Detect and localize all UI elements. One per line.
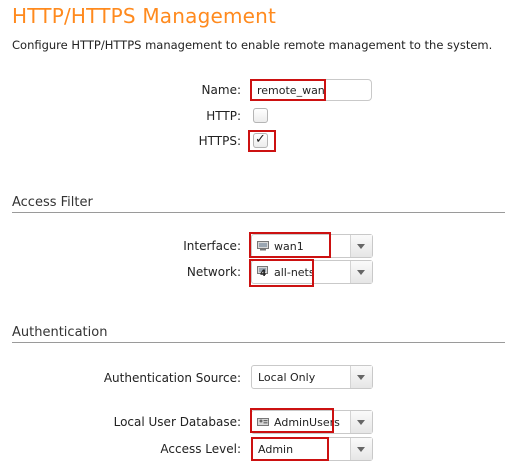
access-level-label: Access Level:: [160, 442, 241, 456]
authentication-heading: Authentication: [12, 325, 108, 340]
access-level-select[interactable]: Admin: [251, 437, 373, 461]
access-filter-heading: Access Filter: [12, 195, 93, 210]
http-checkbox[interactable]: [253, 108, 268, 123]
interface-icon: [257, 241, 269, 251]
auth-source-select-value: Local Only: [258, 371, 316, 384]
network-select-value: all-nets: [274, 266, 315, 279]
user-db-label: Local User Database:: [113, 415, 241, 429]
http-label: HTTP:: [206, 109, 241, 123]
interface-select-value: wan1: [274, 240, 304, 253]
user-database-icon: [257, 418, 269, 426]
checkmark-icon: ✓: [255, 132, 266, 147]
user-db-select-value: AdminUsers: [274, 416, 340, 429]
name-field-value: remote_wan: [257, 84, 325, 97]
chevron-down-icon[interactable]: [350, 235, 372, 257]
page-title: HTTP/HTTPS Management: [12, 4, 277, 28]
authentication-divider: [12, 342, 505, 343]
access-level-select-value: Admin: [258, 443, 294, 456]
auth-source-select[interactable]: Local Only: [251, 365, 373, 389]
auth-source-label: Authentication Source:: [103, 371, 241, 385]
name-field[interactable]: remote_wan: [250, 79, 372, 101]
chevron-down-icon[interactable]: [350, 438, 372, 460]
interface-select[interactable]: wan1: [251, 234, 373, 258]
chevron-down-icon[interactable]: [350, 411, 372, 433]
name-label: Name:: [201, 83, 241, 97]
page-description: Configure HTTP/HTTPS management to enabl…: [12, 38, 493, 52]
network-select[interactable]: 4 all-nets: [251, 260, 373, 284]
interface-label: Interface:: [183, 239, 241, 253]
network-label: Network:: [186, 265, 241, 279]
user-db-select[interactable]: AdminUsers: [251, 410, 373, 434]
https-label: HTTPS:: [198, 134, 241, 148]
chevron-down-icon[interactable]: [350, 366, 372, 388]
chevron-down-icon[interactable]: [350, 261, 372, 283]
network-icon-badge: 4: [260, 269, 267, 279]
https-checkbox[interactable]: ✓: [253, 132, 268, 148]
access-filter-divider: [12, 212, 505, 213]
